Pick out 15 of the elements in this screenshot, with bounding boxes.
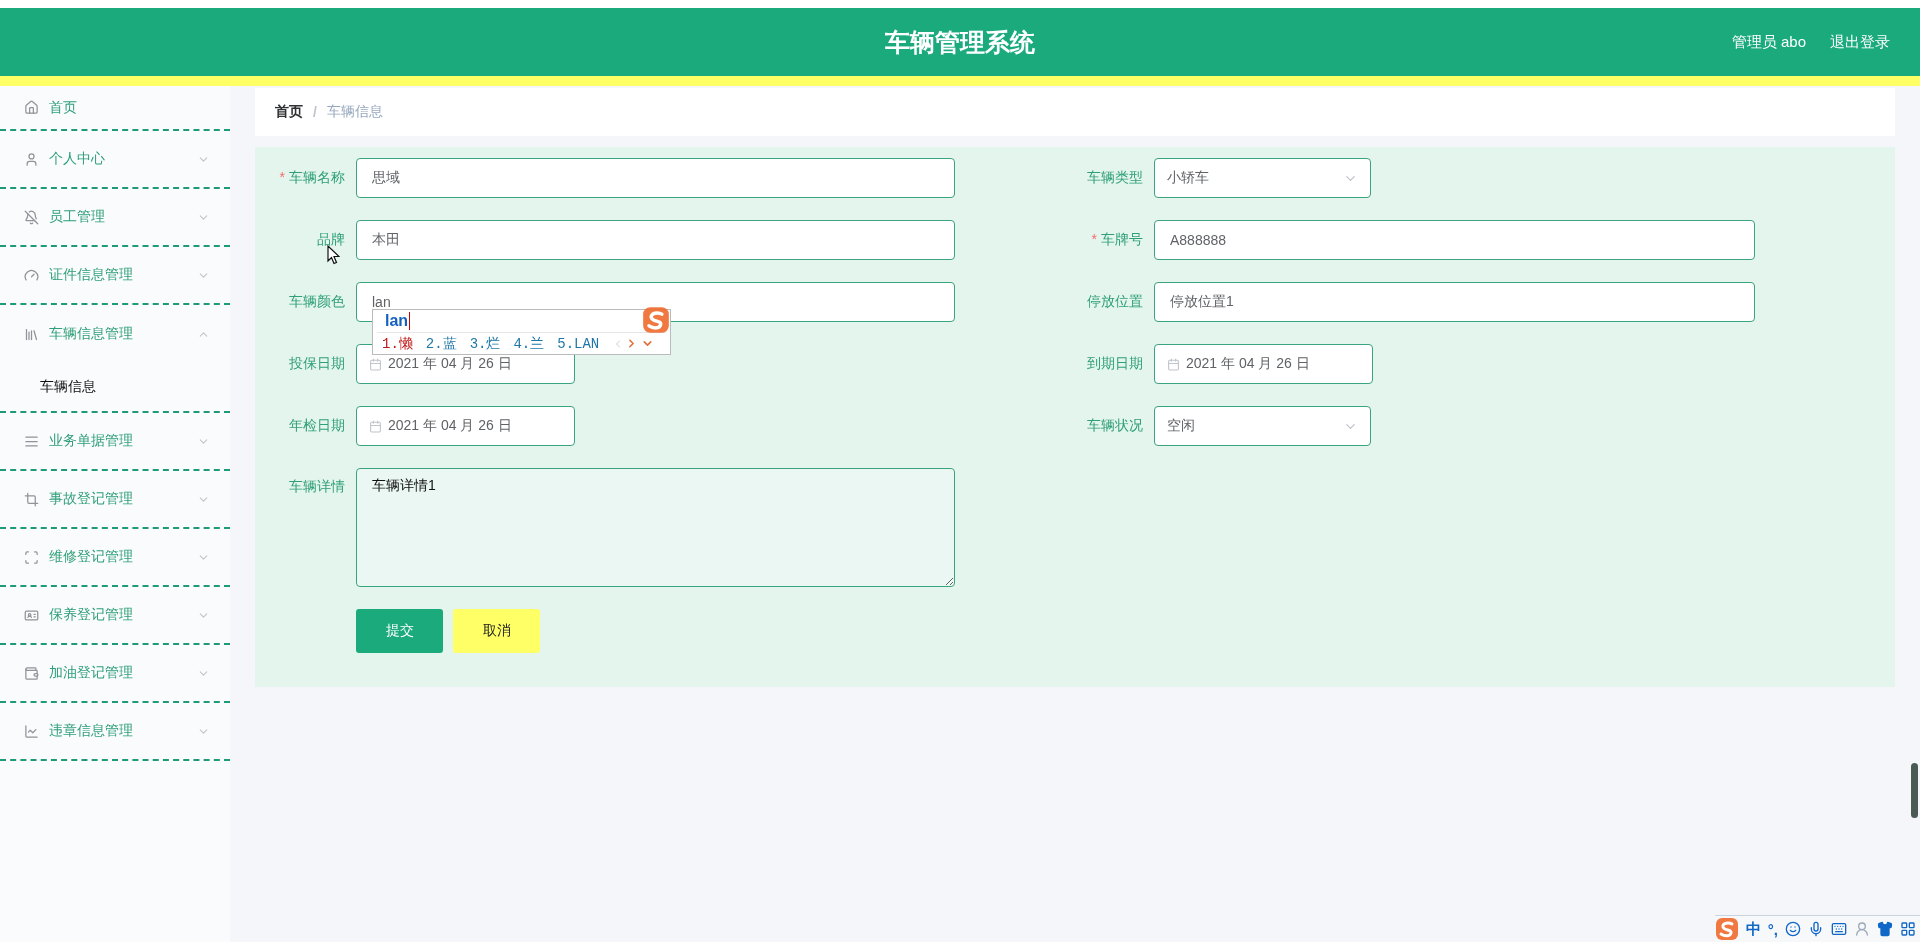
field-label: * 车牌号 xyxy=(1090,231,1143,249)
field-label: 车辆颜色 xyxy=(288,293,345,311)
field-label: 车辆类型 xyxy=(1086,169,1143,187)
field-label: 投保日期 xyxy=(288,355,345,373)
field-label: 车辆详情 xyxy=(288,477,345,496)
app-title: 车辆管理系统 xyxy=(885,26,1035,58)
user-name: 管理员 abo xyxy=(1731,32,1806,52)
field-label: 品牌 xyxy=(316,231,345,249)
field-label: 停放位置 xyxy=(1086,293,1143,311)
field-label: 车辆状况 xyxy=(1086,417,1143,435)
field-label: 到期日期 xyxy=(1086,355,1143,373)
field-label: 年检日期 xyxy=(288,417,345,435)
ime-composition: lan xyxy=(385,312,411,330)
field-label: * 车辆名称 xyxy=(278,169,345,187)
breadcrumb-separator: / xyxy=(313,104,317,120)
